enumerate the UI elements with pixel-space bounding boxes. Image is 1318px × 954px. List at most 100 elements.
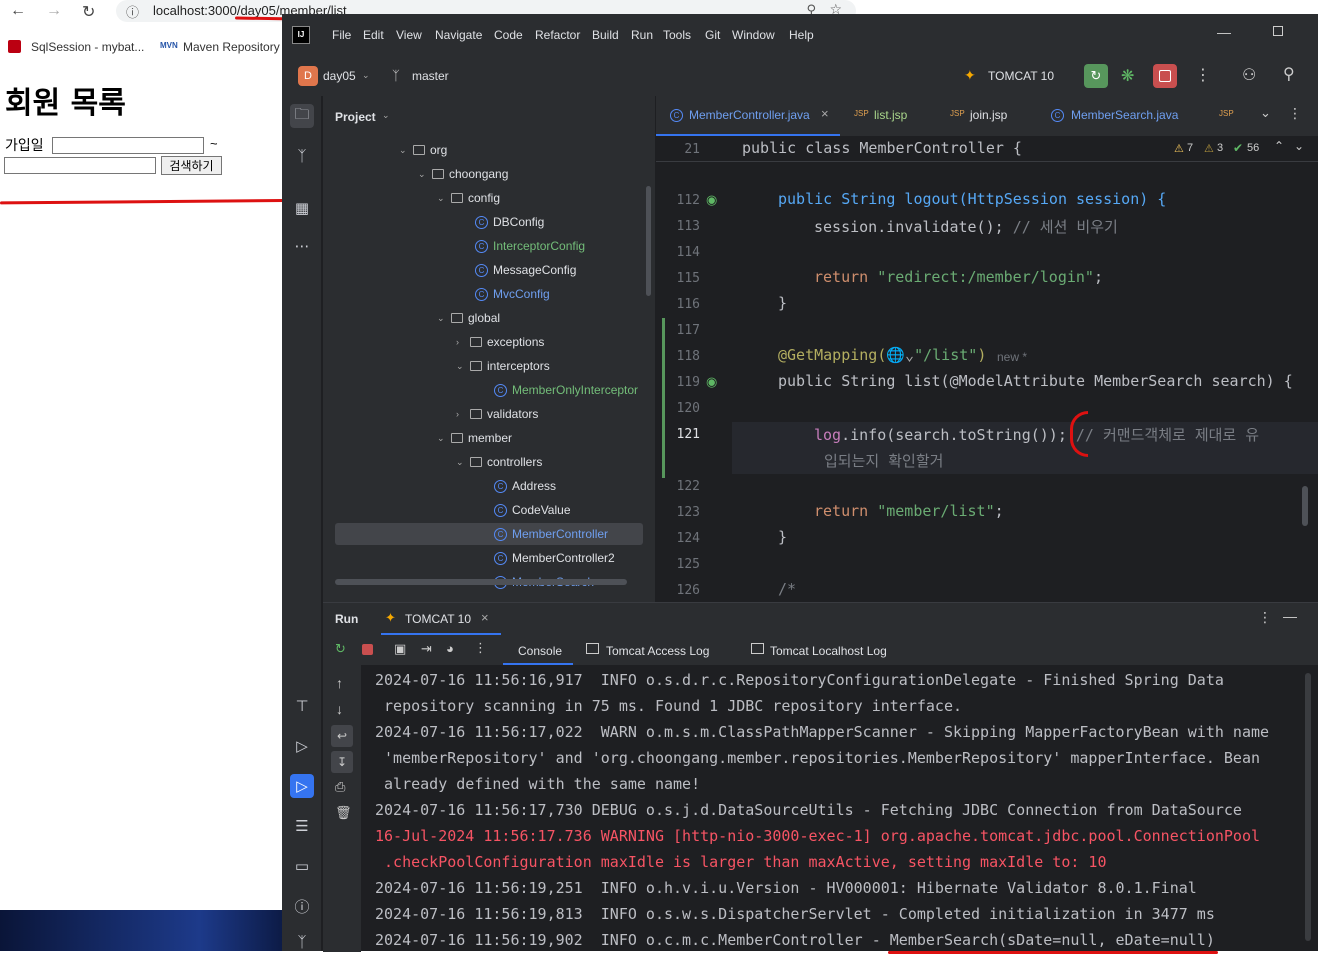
code-line-121[interactable]: log.info(search.toString()); // 커맨드객체로 제… — [814, 424, 1259, 445]
subtab-console[interactable]: Console — [518, 644, 562, 658]
more-icon[interactable]: ⋮ — [474, 640, 487, 656]
menu-help[interactable]: Help — [789, 28, 814, 42]
run-tab-tomcat[interactable]: TOMCAT 10 — [405, 612, 471, 626]
debug-icon[interactable]: ❋ — [1121, 66, 1134, 86]
camera-icon[interactable]: ▣ — [394, 641, 406, 657]
menu-refactor[interactable]: Refactor — [535, 28, 580, 42]
menu-view[interactable]: View — [396, 28, 422, 42]
project-folder-icon[interactable]: 🗀 — [290, 104, 314, 128]
endpoints-icon[interactable]: ⊤ — [290, 694, 314, 718]
add-user-icon[interactable]: ⚇ — [1242, 65, 1256, 85]
soft-wrap-icon[interactable]: ↩ — [331, 725, 353, 747]
code-line-115[interactable]: return "redirect:/member/login"; — [814, 268, 1103, 286]
console-scrollbar[interactable] — [1305, 673, 1311, 941]
code-line-113[interactable]: session.invalidate(); // 세션 비우기 — [814, 216, 1118, 237]
more-icon[interactable]: ⋮ — [1258, 609, 1272, 626]
tree-item[interactable]: C Address — [494, 475, 556, 497]
menu-file[interactable]: File — [332, 28, 351, 42]
terminal-icon[interactable]: ▭ — [290, 854, 314, 878]
tree-item[interactable]: C MvcConfig — [475, 283, 550, 305]
scroll-end-icon[interactable]: ↧ — [331, 751, 353, 773]
run-config-selector[interactable]: TOMCAT 10 — [988, 69, 1054, 83]
warning-icon[interactable]: ⚠ — [1174, 142, 1184, 155]
code-line-126[interactable]: /* — [778, 580, 796, 598]
layers-icon[interactable]: ☰ — [290, 814, 314, 838]
tree-item[interactable]: › validators — [456, 403, 538, 425]
run-tool-icon[interactable]: ▷ — [290, 774, 314, 798]
bookmark-sqlsession[interactable]: SqlSession - mybat... — [31, 40, 144, 54]
chevron-down-icon[interactable]: ⌄ — [1260, 105, 1271, 121]
tab-list-jsp[interactable]: list.jsp — [874, 108, 907, 122]
services-icon[interactable]: ▷ — [290, 734, 314, 758]
tree-item[interactable]: ⌄ choongang — [418, 163, 508, 185]
forward-icon[interactable]: → — [46, 2, 62, 20]
tree-item[interactable]: › exceptions — [456, 331, 544, 353]
arrow-down-icon[interactable]: ↓ — [336, 701, 343, 717]
weak-warning-icon[interactable]: ⚠ — [1204, 142, 1214, 155]
tree-item[interactable]: ⌄ config — [437, 187, 500, 209]
search-button[interactable]: 검색하기 — [161, 156, 222, 175]
tree-item[interactable]: ⌄ controllers — [456, 451, 542, 473]
end-date-input[interactable] — [4, 157, 156, 174]
site-info-icon[interactable]: ⓘ — [126, 2, 139, 21]
menu-window[interactable]: Window — [732, 28, 775, 42]
menu-git[interactable]: Git — [705, 28, 720, 42]
spring-endpoint-icon[interactable]: ◉ — [706, 192, 717, 208]
tree-item[interactable]: C CodeValue — [494, 499, 571, 521]
code-line-121-wrap[interactable]: 입되는지 확인할거 — [824, 450, 943, 471]
tree-item[interactable]: C MessageConfig — [475, 259, 576, 281]
structure-icon[interactable]: ▦ — [290, 196, 314, 220]
vertical-scrollbar[interactable] — [646, 186, 651, 296]
stop-icon[interactable] — [362, 644, 373, 655]
dashboard-icon[interactable]: ◕ — [446, 641, 454, 656]
git-icon[interactable]: ᛉ — [290, 930, 314, 954]
rerun-icon[interactable]: ↻ — [335, 641, 346, 657]
menu-navigate[interactable]: Navigate — [435, 28, 482, 42]
tree-item[interactable]: C DBConfig — [475, 211, 544, 233]
tree-item[interactable]: ⌄ org — [399, 139, 447, 161]
code-line-119[interactable]: public String list(@ModelAttribute Membe… — [778, 372, 1293, 390]
code-line-112[interactable]: public String logout(HttpSession session… — [778, 190, 1166, 208]
project-selector[interactable]: day05 — [323, 69, 356, 83]
print-icon[interactable]: ⎙ — [335, 779, 345, 795]
arrow-up-icon[interactable]: ↑ — [336, 675, 343, 691]
close-tab-icon[interactable]: × — [481, 610, 489, 625]
tab-more-icon[interactable]: ⋮ — [1288, 105, 1302, 122]
tree-item[interactable]: ⌄ interceptors — [456, 355, 550, 377]
editor-scrollbar[interactable] — [1302, 486, 1308, 526]
maximize-icon[interactable] — [1273, 26, 1283, 36]
more-icon[interactable]: ⋮ — [1195, 65, 1211, 85]
code-line-116[interactable]: } — [778, 294, 787, 312]
menu-edit[interactable]: Edit — [363, 28, 384, 42]
close-tab-icon[interactable]: × — [821, 106, 829, 121]
menu-run[interactable]: Run — [631, 28, 653, 42]
tab-membercontroller[interactable]: C MemberController.java × — [656, 96, 840, 136]
chevron-down-icon[interactable]: ⌄ — [1294, 139, 1304, 153]
chevron-up-icon[interactable]: ⌃ — [1274, 139, 1284, 153]
tree-item[interactable]: ⌄ member — [437, 427, 512, 449]
tree-item[interactable]: ⌄ global — [437, 307, 500, 329]
code-line-118[interactable]: @GetMapping(🌐⌄"/list") — [778, 346, 986, 364]
check-icon[interactable]: ✔ — [1233, 141, 1243, 155]
tab-join-jsp[interactable]: join.jsp — [970, 108, 1007, 122]
menu-code[interactable]: Code — [494, 28, 523, 42]
more-tools-icon[interactable]: ⋯ — [290, 234, 314, 258]
horizontal-scrollbar[interactable] — [335, 579, 627, 585]
start-date-input[interactable] — [52, 137, 204, 154]
problems-icon[interactable]: ⓘ — [290, 894, 314, 918]
stop-button[interactable] — [1153, 64, 1177, 88]
tab-membersearch[interactable]: MemberSearch.java — [1071, 108, 1178, 122]
commit-icon[interactable]: ᛉ — [290, 144, 314, 168]
search-icon[interactable]: ⚲ — [1283, 64, 1295, 84]
reload-icon[interactable]: ↻ — [82, 2, 95, 22]
rerun-icon[interactable]: ↻ — [1084, 64, 1108, 88]
tree-item[interactable]: C InterceptorConfig — [475, 235, 585, 257]
branch-selector[interactable]: master — [412, 69, 449, 83]
subtab-localhost-log[interactable]: Tomcat Localhost Log — [770, 644, 887, 658]
code-line-124[interactable]: } — [778, 528, 787, 546]
hide-panel-icon[interactable]: — — [1283, 608, 1297, 624]
subtab-access-log[interactable]: Tomcat Access Log — [606, 644, 709, 658]
menu-build[interactable]: Build — [592, 28, 619, 42]
code-line-123[interactable]: return "member/list"; — [814, 502, 1004, 520]
bookmark-maven[interactable]: Maven Repository — [183, 40, 280, 54]
